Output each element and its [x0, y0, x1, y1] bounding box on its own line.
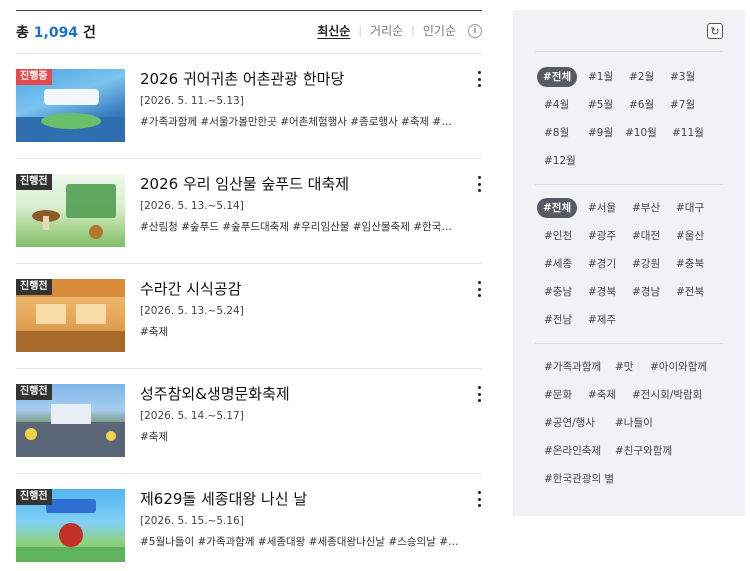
- filter-divider: [535, 51, 723, 52]
- event-date: [2026. 5. 13.~5.24]: [140, 305, 244, 317]
- event-thumbnail[interactable]: 진행전: [16, 489, 125, 562]
- theme-chip[interactable]: #문화: [544, 385, 572, 405]
- list-item[interactable]: 진행중 2026 귀어귀촌 어촌관광 한마당 [2026. 5. 11.~5.1…: [16, 53, 482, 158]
- theme-chip[interactable]: #축제: [588, 385, 616, 405]
- month-chip[interactable]: #1월: [588, 67, 613, 87]
- theme-chip[interactable]: #공연/행사: [544, 413, 595, 433]
- sort-separator: |: [411, 24, 415, 37]
- total-suffix: 건: [82, 25, 96, 41]
- sort-separator: |: [358, 24, 363, 37]
- month-chip-all[interactable]: #전체: [537, 67, 578, 87]
- month-chip[interactable]: #3월: [670, 67, 695, 87]
- list-header: 총 1,094 건 최신순 | 거리순 | 인기순 i: [16, 22, 482, 42]
- month-chip[interactable]: #11월: [672, 123, 704, 143]
- list-item[interactable]: 진행전 2026 우리 임산물 숲푸드 대축제 [2026. 5. 13.~5.…: [16, 158, 482, 263]
- more-menu-icon[interactable]: [476, 71, 482, 87]
- event-tags: #산림청 #숲푸드 #숲푸드대축제 #우리임산물 #임산물축제 #한국임원진…: [140, 221, 460, 233]
- region-chip[interactable]: #충북: [676, 254, 704, 274]
- total-prefix: 총: [16, 25, 29, 41]
- theme-chip[interactable]: #맛: [615, 357, 633, 377]
- sort-options: 최신순 | 거리순 | 인기순 i: [317, 22, 482, 39]
- event-title[interactable]: 수라간 시식공감: [140, 278, 241, 299]
- region-chip[interactable]: #전남: [544, 310, 572, 330]
- sort-distance[interactable]: 거리순: [370, 22, 403, 39]
- region-chip[interactable]: #세종: [544, 254, 572, 274]
- event-date: [2026. 5. 13.~5.14]: [140, 200, 244, 212]
- event-thumbnail[interactable]: 진행전: [16, 174, 125, 247]
- region-chip-all[interactable]: #전체: [537, 198, 578, 218]
- month-chip[interactable]: #2월: [629, 67, 654, 87]
- status-badge: 진행전: [16, 279, 52, 295]
- event-date: [2026. 5. 15.~5.16]: [140, 515, 244, 527]
- event-tags: #축제: [140, 431, 169, 443]
- filter-panel: ↻ #전체 #1월 #2월 #3월 #4월 #5월 #6월 #7월 #8월 #9…: [513, 10, 745, 516]
- info-icon[interactable]: i: [468, 23, 482, 38]
- region-chip[interactable]: #인천: [544, 226, 572, 246]
- event-date: [2026. 5. 14.~5.17]: [140, 410, 244, 422]
- region-chip[interactable]: #울산: [676, 226, 704, 246]
- region-chip[interactable]: #대구: [676, 198, 704, 218]
- filter-divider: [535, 343, 723, 344]
- total-number: 1,094: [33, 25, 79, 41]
- theme-chip[interactable]: #온라인축제: [544, 441, 601, 461]
- region-chip[interactable]: #경기: [588, 254, 616, 274]
- theme-chip[interactable]: #한국관광의 별: [544, 469, 614, 489]
- more-menu-icon[interactable]: [476, 491, 482, 507]
- region-chip[interactable]: #충남: [544, 282, 572, 302]
- status-badge: 진행전: [16, 384, 52, 400]
- more-menu-icon[interactable]: [476, 281, 482, 297]
- month-chip[interactable]: #10월: [625, 123, 657, 143]
- theme-chip[interactable]: #전시회/박람회: [632, 385, 702, 405]
- region-chip[interactable]: #경북: [588, 282, 616, 302]
- event-title[interactable]: 2026 귀어귀촌 어촌관광 한마당: [140, 68, 344, 89]
- list-item[interactable]: 진행전 성주참외&생명문화축제 [2026. 5. 14.~5.17] #축제: [16, 368, 482, 473]
- region-chip[interactable]: #서울: [588, 198, 616, 218]
- event-tags: #5월나들이 #가족과함께 #세종대왕 #세종대왕나신날 #스승의날 #아이…: [140, 536, 460, 548]
- event-thumbnail[interactable]: 진행전: [16, 279, 125, 352]
- event-title[interactable]: 2026 우리 임산물 숲푸드 대축제: [140, 173, 349, 194]
- region-chip[interactable]: #제주: [588, 310, 616, 330]
- event-title[interactable]: 성주참외&생명문화축제: [140, 383, 290, 404]
- status-badge: 진행전: [16, 174, 52, 190]
- top-divider: [16, 10, 482, 11]
- refresh-icon[interactable]: ↻: [707, 23, 723, 39]
- more-menu-icon[interactable]: [476, 386, 482, 402]
- region-chip[interactable]: #전북: [676, 282, 704, 302]
- region-chip[interactable]: #강원: [632, 254, 660, 274]
- month-chip[interactable]: #7월: [670, 95, 695, 115]
- filter-divider: [535, 184, 723, 185]
- region-chip[interactable]: #대전: [632, 226, 660, 246]
- region-chip[interactable]: #광주: [588, 226, 616, 246]
- event-tags: #가족과함께 #서울가볼만한곳 #어촌체험행사 #종로행사 #축제 #행사: [140, 116, 460, 128]
- theme-chip[interactable]: #나들이: [615, 413, 653, 433]
- month-chip[interactable]: #9월: [588, 123, 613, 143]
- event-thumbnail[interactable]: 진행전: [16, 384, 125, 457]
- status-badge: 진행전: [16, 489, 52, 505]
- event-title[interactable]: 제629돌 세종대왕 나신 날: [140, 488, 307, 509]
- theme-chip[interactable]: #가족과함께: [544, 357, 601, 377]
- month-chip[interactable]: #8월: [544, 123, 569, 143]
- event-date: [2026. 5. 11.~5.13]: [140, 95, 244, 107]
- event-tags: #축제: [140, 326, 169, 338]
- status-badge: 진행중: [16, 69, 52, 85]
- list-item[interactable]: 진행전 수라간 시식공감 [2026. 5. 13.~5.24] #축제: [16, 263, 482, 368]
- more-menu-icon[interactable]: [476, 176, 482, 192]
- month-chip[interactable]: #6월: [629, 95, 654, 115]
- month-chip[interactable]: #4월: [544, 95, 569, 115]
- total-count: 총 1,094 건: [16, 22, 96, 42]
- sort-popular[interactable]: 인기순: [423, 22, 456, 39]
- region-chip[interactable]: #경남: [632, 282, 660, 302]
- theme-chip[interactable]: #친구와함께: [615, 441, 672, 461]
- month-chip[interactable]: #5월: [588, 95, 613, 115]
- month-chip[interactable]: #12월: [544, 151, 576, 171]
- region-chip[interactable]: #부산: [632, 198, 660, 218]
- sort-latest[interactable]: 최신순: [317, 22, 350, 39]
- event-thumbnail[interactable]: 진행중: [16, 69, 125, 142]
- list-item[interactable]: 진행전 제629돌 세종대왕 나신 날 [2026. 5. 15.~5.16] …: [16, 473, 482, 571]
- theme-chip[interactable]: #아이와함께: [650, 357, 707, 377]
